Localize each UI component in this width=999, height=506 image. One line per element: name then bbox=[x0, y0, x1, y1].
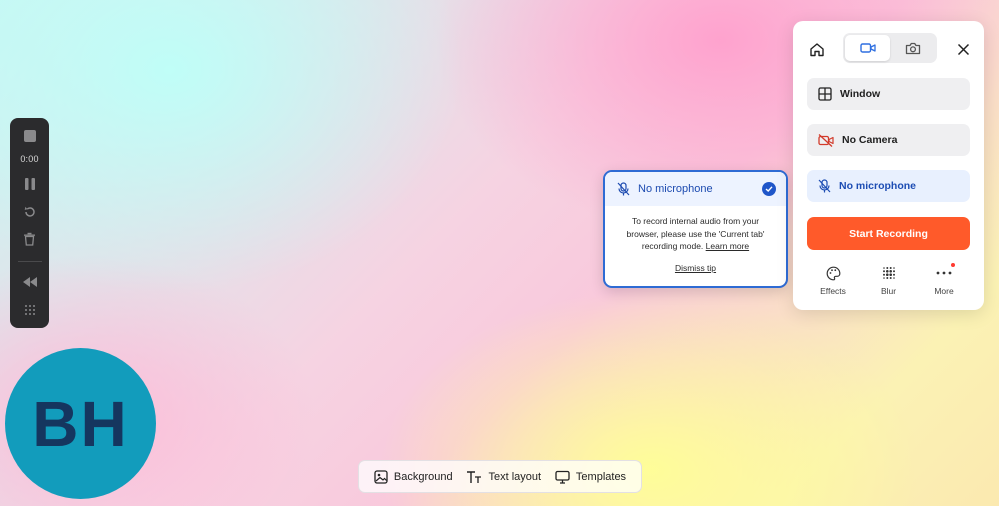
camera-option[interactable]: No Camera bbox=[807, 124, 970, 156]
pause-icon[interactable] bbox=[19, 174, 41, 194]
camera-icon bbox=[905, 42, 920, 54]
window-label: Window bbox=[840, 88, 881, 100]
checkmark-icon bbox=[762, 182, 776, 196]
mic-off-icon bbox=[617, 182, 630, 196]
tip-mic-label: No microphone bbox=[638, 183, 713, 195]
blur-label: Blur bbox=[880, 286, 897, 296]
effects-button[interactable]: Effects bbox=[807, 265, 859, 296]
microphone-option[interactable]: No microphone bbox=[807, 170, 970, 202]
panel-actions: Effects Blur More bbox=[807, 263, 970, 296]
more-icon bbox=[936, 265, 952, 281]
dismiss-tip-link[interactable]: Dismiss tip bbox=[615, 262, 776, 275]
text-layout-button[interactable]: Text layout bbox=[466, 470, 541, 484]
image-icon bbox=[374, 469, 388, 484]
templates-button[interactable]: Templates bbox=[555, 470, 626, 484]
restart-icon[interactable] bbox=[19, 202, 41, 222]
camera-label: No Camera bbox=[842, 134, 898, 146]
panel-header bbox=[793, 21, 984, 75]
text-layout-label: Text layout bbox=[488, 470, 542, 483]
recording-panel: Window No Camera No microphone Start Rec… bbox=[793, 21, 984, 310]
blur-icon bbox=[882, 265, 896, 281]
stop-icon[interactable] bbox=[19, 126, 41, 146]
rewind-icon[interactable] bbox=[19, 272, 41, 292]
recording-timer: 0:00 bbox=[20, 153, 39, 164]
effects-label: Effects bbox=[820, 286, 846, 296]
notification-dot bbox=[951, 263, 955, 267]
background-label: Background bbox=[393, 470, 453, 483]
blur-button[interactable]: Blur bbox=[863, 265, 915, 296]
window-source-option[interactable]: Window bbox=[807, 78, 970, 110]
monitor-icon bbox=[555, 470, 570, 484]
microphone-tip-card: No microphone To record internal audio f… bbox=[603, 170, 788, 288]
home-icon[interactable] bbox=[807, 39, 827, 59]
video-icon bbox=[859, 43, 876, 53]
avatar[interactable]: BH bbox=[5, 348, 156, 499]
grid-icon[interactable] bbox=[19, 300, 41, 320]
mic-off-icon bbox=[818, 179, 831, 193]
tip-body: To record internal audio from your brows… bbox=[605, 206, 786, 274]
start-recording-button[interactable]: Start Recording bbox=[807, 217, 970, 250]
learn-more-link[interactable]: Learn more bbox=[706, 241, 749, 251]
more-label: More bbox=[934, 286, 954, 296]
screenshot-mode-tab[interactable] bbox=[890, 35, 935, 61]
video-mode-tab[interactable] bbox=[845, 35, 890, 61]
more-button[interactable]: More bbox=[918, 263, 970, 296]
avatar-initials: BH bbox=[32, 387, 129, 460]
palette-icon bbox=[826, 265, 841, 281]
text-icon bbox=[467, 470, 482, 483]
trash-icon[interactable] bbox=[19, 230, 41, 250]
background-button[interactable]: Background bbox=[374, 469, 453, 484]
camera-off-icon bbox=[818, 133, 834, 147]
mode-switch bbox=[843, 33, 937, 63]
recording-controls: 0:00 bbox=[10, 118, 49, 328]
microphone-label: No microphone bbox=[839, 180, 917, 192]
window-icon bbox=[818, 87, 832, 101]
templates-label: Templates bbox=[575, 470, 627, 483]
bottom-toolbar: Background Text layout Templates bbox=[358, 460, 642, 493]
divider bbox=[17, 261, 42, 263]
tip-selected-option[interactable]: No microphone bbox=[605, 172, 786, 206]
close-icon[interactable] bbox=[953, 39, 973, 59]
